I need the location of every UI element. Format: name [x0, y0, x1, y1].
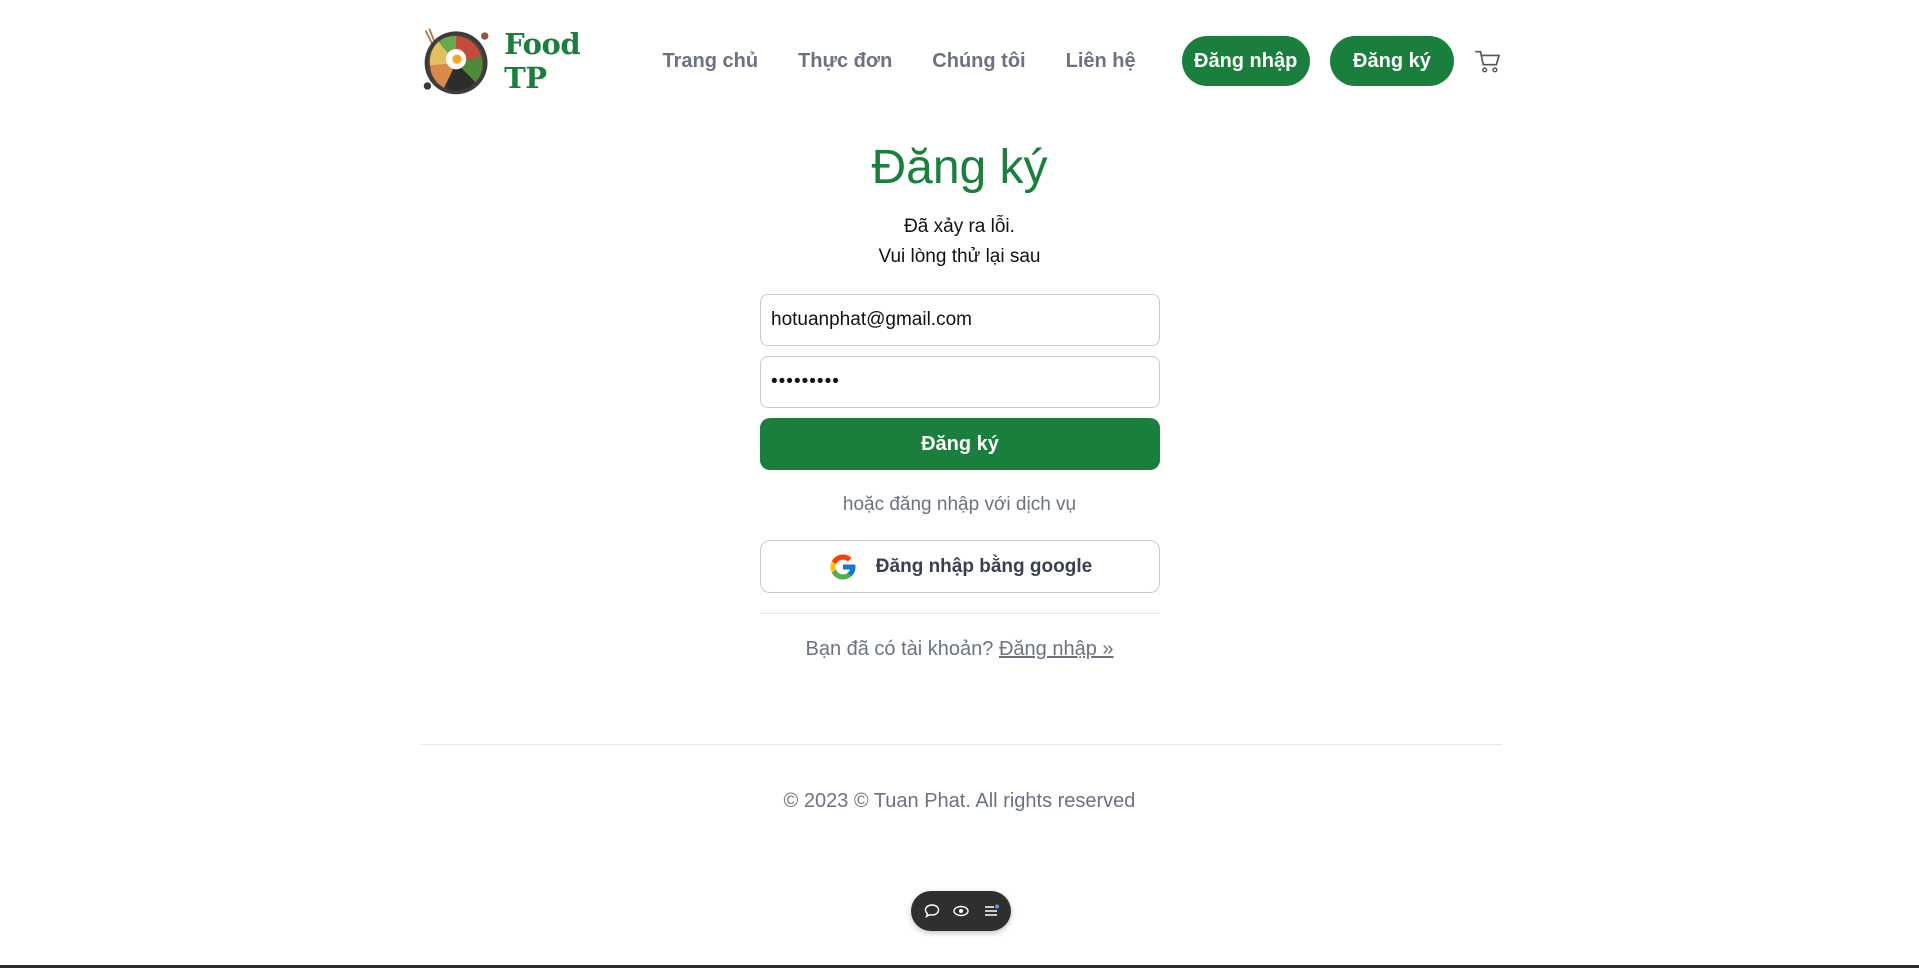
header-login-button[interactable]: Đăng nhập — [1181, 36, 1310, 86]
password-field[interactable] — [760, 356, 1160, 408]
food-bowl-icon — [423, 28, 489, 95]
nav-item-home[interactable]: Trang chủ — [662, 50, 758, 73]
have-account-row: Bạn đã có tài khoản? Đăng nhập » — [0, 638, 1919, 661]
comment-icon[interactable] — [923, 902, 941, 920]
brand-name: Food TP — [504, 27, 581, 95]
google-icon — [830, 554, 856, 579]
error-message-line2: Vui lòng thử lại sau — [878, 246, 1041, 267]
have-account-text: Bạn đã có tài khoản? — [805, 638, 994, 660]
footer-divider — [420, 744, 1502, 745]
nav-item-menu[interactable]: Thực đơn — [798, 50, 892, 73]
menu-icon[interactable] — [982, 902, 1000, 920]
site-header: Food TP Trang chủ Thực đơn Chúng tôi Liê… — [420, 18, 1502, 104]
or-divider-text: hoặc đăng nhập với dịch vụ — [842, 494, 1077, 515]
form-divider — [760, 613, 1160, 614]
nav-item-contact[interactable]: Liên hệ — [1066, 50, 1136, 73]
brand-logo[interactable]: Food TP — [420, 22, 622, 100]
footer-copyright: © 2023 © Tuan Phat. All rights reserved — [783, 790, 1136, 812]
header-signup-button[interactable]: Đăng ký — [1329, 36, 1455, 86]
login-link[interactable]: Đăng nhập » — [999, 638, 1114, 660]
floating-toolbar — [911, 891, 1011, 931]
error-message-line1: Đã xảy ra lỗi. — [904, 216, 1015, 237]
google-login-button[interactable]: Đăng nhập bằng google — [760, 540, 1160, 593]
email-field[interactable] — [760, 294, 1160, 346]
google-login-label: Đăng nhập bằng google — [875, 555, 1093, 577]
page-title: Đăng ký — [871, 141, 1048, 194]
nav-item-about[interactable]: Chúng tôi — [932, 50, 1025, 73]
signup-submit-button[interactable]: Đăng ký — [760, 418, 1160, 470]
main-nav: Trang chủ Thực đơn Chúng tôi Liên hệ — [662, 50, 1175, 73]
eye-icon[interactable] — [952, 902, 970, 920]
cart-icon[interactable] — [1474, 46, 1502, 76]
